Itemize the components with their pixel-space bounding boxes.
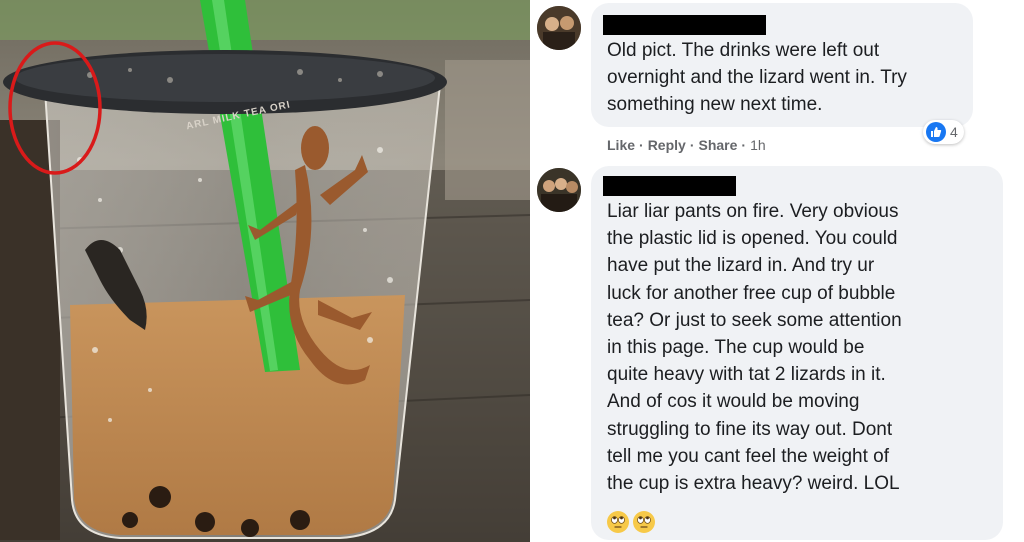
reply-link[interactable]: Reply (648, 137, 686, 153)
lid-top (15, 54, 435, 102)
like-link[interactable]: Like (607, 137, 635, 153)
reaction-count: 4 (950, 124, 958, 140)
comments-panel: Old pict. The drinks were left out overn… (531, 0, 1024, 542)
thumbs-up-icon (926, 122, 946, 142)
separator-dot: · (689, 137, 695, 153)
commenter-avatar[interactable] (537, 168, 581, 212)
redacted-author-name (603, 15, 766, 35)
avatar-photo (537, 168, 581, 212)
rolling-eyes-emoji-icon (633, 511, 655, 533)
comment-text: Liar liar pants on fire. Very obvious th… (607, 201, 902, 495)
emoji-row (607, 511, 655, 533)
comment-actions: Like · Reply · Share · 1h (607, 137, 766, 153)
separator-dot: · (639, 137, 644, 153)
share-link[interactable]: Share (698, 137, 737, 153)
comment-text: Old pict. The drinks were left out overn… (607, 40, 907, 116)
separator-dot: · (741, 137, 747, 153)
milk-tea-liquid (70, 295, 405, 535)
wall-background (445, 60, 530, 200)
redacted-author-name (603, 176, 736, 196)
reaction-counter[interactable]: 4 (923, 120, 964, 144)
photo-canvas: ARL MILK TEA ORI (0, 0, 530, 542)
commenter-avatar[interactable] (537, 6, 581, 50)
foliage-background (0, 0, 530, 40)
bubble-tea-photo: ARL MILK TEA ORI (0, 0, 530, 542)
avatar-photo (537, 6, 581, 50)
rolling-eyes-emoji-icon (607, 511, 629, 533)
comment-timestamp[interactable]: 1h (750, 137, 766, 153)
